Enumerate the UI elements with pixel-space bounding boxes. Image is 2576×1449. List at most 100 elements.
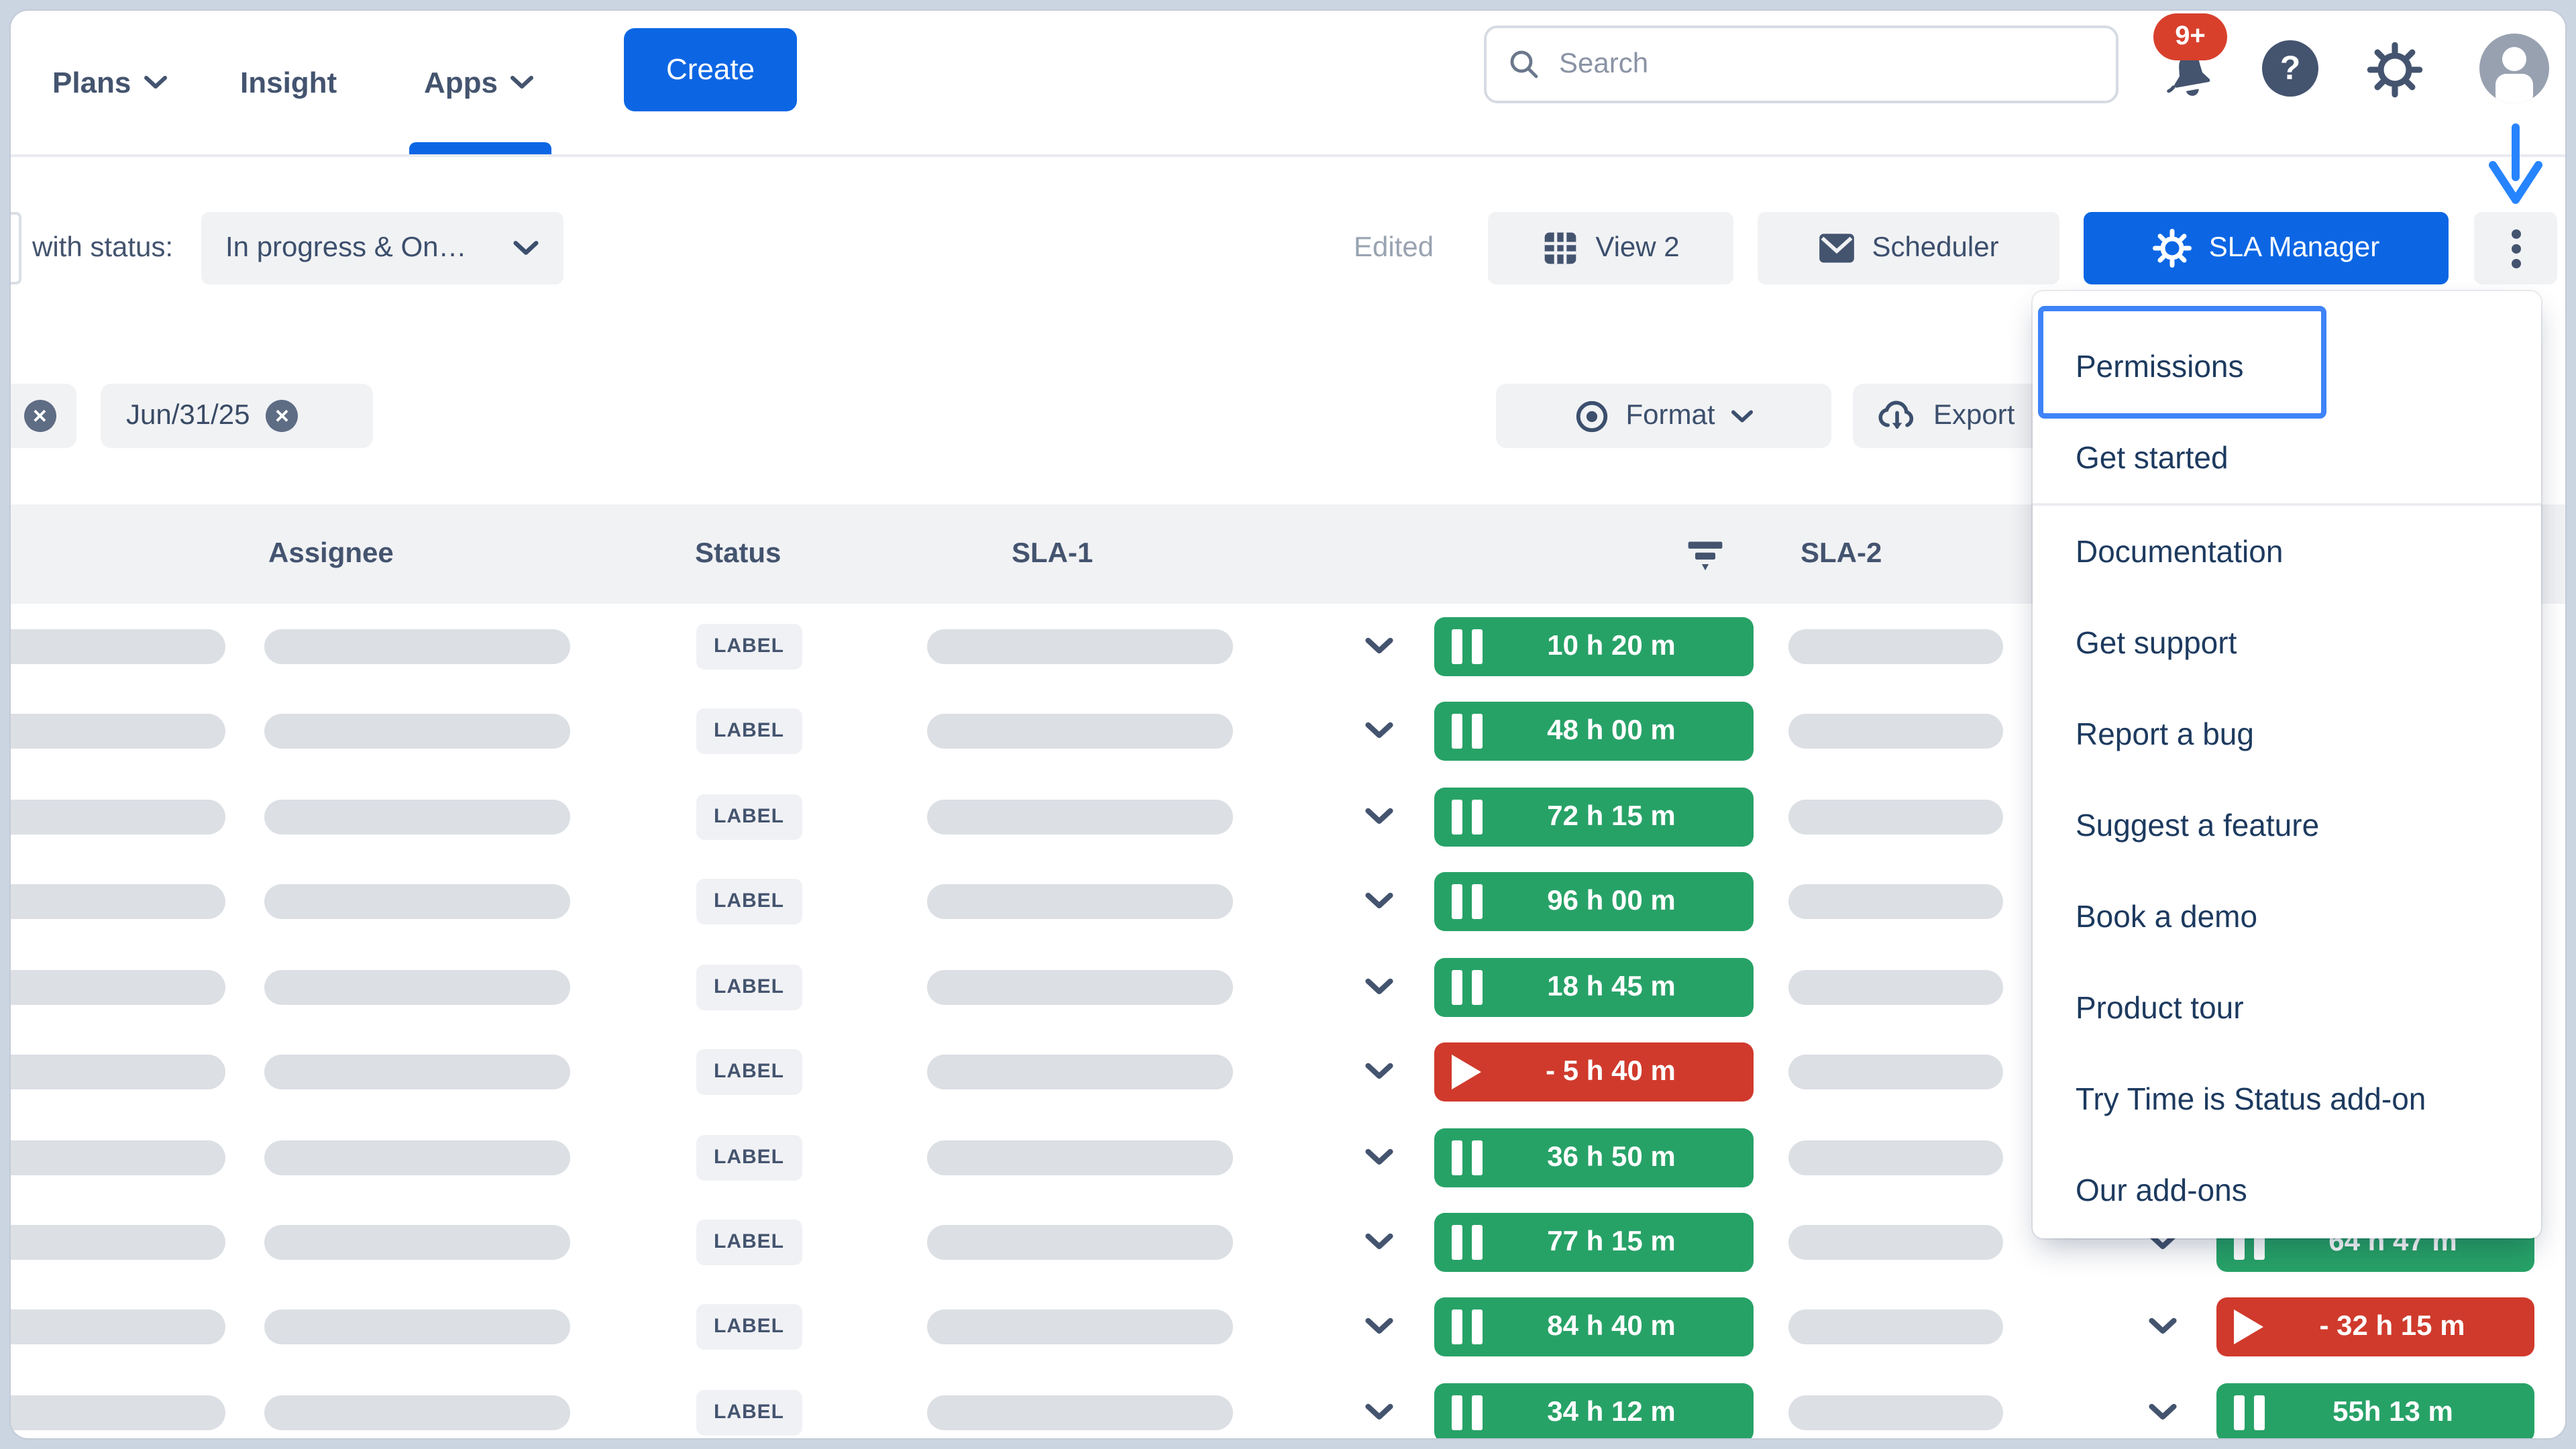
assignee-placeholder bbox=[264, 969, 570, 1004]
remove-chip-icon[interactable]: ✕ bbox=[23, 400, 56, 432]
chevron-down-icon[interactable] bbox=[1364, 1401, 1394, 1423]
status-label-badge[interactable]: LABEL bbox=[696, 1049, 802, 1094]
menu-item-get-support[interactable]: Get support bbox=[2033, 597, 2541, 688]
filter-funnel-icon[interactable] bbox=[1685, 504, 1725, 604]
scheduler-button[interactable]: Scheduler bbox=[1758, 212, 2059, 284]
assignee-placeholder bbox=[264, 883, 570, 918]
more-options-button[interactable] bbox=[2474, 212, 2557, 284]
question-mark: ? bbox=[2280, 49, 2301, 88]
key-placeholder bbox=[9, 713, 225, 748]
help-icon[interactable]: ? bbox=[2262, 40, 2318, 97]
sla1-timer-badge[interactable]: 77 h 15 m bbox=[1434, 1212, 1754, 1271]
view-button[interactable]: View 2 bbox=[1488, 212, 1733, 284]
sla2-timer-badge[interactable]: 55h 13 m bbox=[2216, 1383, 2534, 1440]
play-icon bbox=[1452, 1054, 1481, 1089]
filter-chip-partial[interactable]: 5 ✕ bbox=[11, 384, 76, 448]
sla1-timer-badge[interactable]: 10 h 20 m bbox=[1434, 616, 1754, 676]
chevron-down-icon[interactable] bbox=[1364, 1061, 1394, 1082]
sla1-timer-badge[interactable]: 84 h 40 m bbox=[1434, 1297, 1754, 1356]
chevron-down-icon[interactable] bbox=[2148, 1316, 2178, 1337]
header-sla1[interactable]: SLA-1 bbox=[1012, 504, 1093, 604]
sla1-placeholder bbox=[927, 1309, 1233, 1344]
chevron-down-icon[interactable] bbox=[1364, 806, 1394, 827]
chevron-down-icon[interactable] bbox=[2148, 1401, 2178, 1423]
key-placeholder bbox=[9, 629, 225, 663]
assignee-placeholder bbox=[264, 1054, 570, 1089]
play-icon bbox=[2234, 1309, 2263, 1344]
sla2-placeholder bbox=[1788, 1054, 2003, 1089]
format-button-label: Format bbox=[1625, 400, 1715, 432]
timer-value: 77 h 15 m bbox=[1483, 1226, 1740, 1258]
chevron-down-icon[interactable] bbox=[1364, 1231, 1394, 1252]
create-button[interactable]: Create bbox=[624, 28, 797, 111]
status-label-badge[interactable]: LABEL bbox=[696, 1303, 802, 1349]
timer-value: 96 h 00 m bbox=[1483, 885, 1740, 917]
chevron-down-icon[interactable] bbox=[1364, 976, 1394, 998]
sla1-placeholder bbox=[927, 1395, 1233, 1430]
sla2-placeholder bbox=[1788, 1140, 2003, 1175]
menu-item-documentation[interactable]: Documentation bbox=[2033, 506, 2541, 597]
status-filter-label: with status: bbox=[32, 212, 173, 284]
sla1-timer-badge[interactable]: 34 h 12 m bbox=[1434, 1383, 1754, 1440]
status-label-badge[interactable]: LABEL bbox=[696, 794, 802, 839]
menu-item-get-started[interactable]: Get started bbox=[2033, 412, 2541, 503]
status-label-badge[interactable]: LABEL bbox=[696, 1219, 802, 1265]
filter-chip-date[interactable]: Jun/31/25 ✕ bbox=[101, 384, 373, 448]
menu-item-our-add-ons[interactable]: Our add-ons bbox=[2033, 1144, 2541, 1236]
menu-item-product-tour[interactable]: Product tour bbox=[2033, 962, 2541, 1053]
sla1-timer-badge[interactable]: 96 h 00 m bbox=[1434, 871, 1754, 930]
timer-value: 36 h 50 m bbox=[1483, 1141, 1740, 1173]
format-visibility-icon bbox=[1573, 398, 1609, 434]
status-label-badge[interactable]: LABEL bbox=[696, 964, 802, 1010]
status-label-badge[interactable]: LABEL bbox=[696, 1389, 802, 1435]
pause-icon bbox=[1452, 1395, 1483, 1430]
sla2-placeholder bbox=[1788, 629, 2003, 663]
pause-icon bbox=[1452, 629, 1483, 663]
chevron-down-icon[interactable] bbox=[1364, 635, 1394, 657]
pause-icon bbox=[1452, 1309, 1483, 1344]
sla1-timer-badge[interactable]: 36 h 50 m bbox=[1434, 1128, 1754, 1187]
timer-value: 34 h 12 m bbox=[1483, 1396, 1740, 1428]
search-input[interactable] bbox=[1559, 48, 2094, 80]
sla2-placeholder bbox=[1788, 883, 2003, 918]
status-label-badge[interactable]: LABEL bbox=[696, 1134, 802, 1180]
search-icon bbox=[1508, 48, 1540, 80]
status-label-badge[interactable]: LABEL bbox=[696, 708, 802, 753]
remove-chip-icon[interactable]: ✕ bbox=[266, 400, 299, 432]
format-button[interactable]: Format bbox=[1496, 384, 1831, 448]
nav-insight[interactable]: Insight bbox=[240, 11, 337, 154]
sla1-timer-badge[interactable]: - 5 h 40 m bbox=[1434, 1042, 1754, 1101]
sla-manager-button[interactable]: SLA Manager bbox=[2084, 212, 2449, 284]
chevron-down-icon[interactable] bbox=[1364, 1146, 1394, 1168]
sla1-timer-badge[interactable]: 72 h 15 m bbox=[1434, 787, 1754, 846]
sla1-timer-badge[interactable]: 18 h 45 m bbox=[1434, 957, 1754, 1016]
header-assignee[interactable]: Assignee bbox=[268, 504, 394, 604]
menu-item-book-a-demo[interactable]: Book a demo bbox=[2033, 871, 2541, 962]
menu-item-report-a-bug[interactable]: Report a bug bbox=[2033, 688, 2541, 780]
header-sla2[interactable]: SLA-2 bbox=[1801, 504, 1882, 604]
user-avatar[interactable] bbox=[2479, 34, 2549, 103]
status-filter-dropdown[interactable]: In progress & On… bbox=[201, 212, 564, 284]
nav-plans[interactable]: Plans bbox=[52, 11, 167, 154]
menu-item-permissions[interactable]: Permissions bbox=[2033, 321, 2541, 412]
sla1-placeholder bbox=[927, 713, 1233, 748]
nav-apps[interactable]: Apps bbox=[424, 11, 534, 154]
search-box[interactable] bbox=[1484, 25, 2118, 103]
chevron-down-icon[interactable] bbox=[1364, 1316, 1394, 1337]
sla1-timer-badge[interactable]: 48 h 00 m bbox=[1434, 701, 1754, 760]
status-label-badge[interactable]: LABEL bbox=[696, 623, 802, 669]
status-label-badge[interactable]: LABEL bbox=[696, 878, 802, 924]
sla2-timer-badge[interactable]: - 32 h 15 m bbox=[2216, 1297, 2534, 1356]
pause-icon bbox=[1452, 969, 1483, 1004]
chevron-down-icon[interactable] bbox=[1364, 720, 1394, 741]
key-placeholder bbox=[9, 1140, 225, 1175]
menu-item-suggest-a-feature[interactable]: Suggest a feature bbox=[2033, 780, 2541, 871]
header-status[interactable]: Status bbox=[695, 504, 781, 604]
settings-gear-icon[interactable] bbox=[2367, 42, 2423, 98]
key-placeholder bbox=[9, 1224, 225, 1259]
sla2-placeholder bbox=[1788, 713, 2003, 748]
sla2-placeholder bbox=[1788, 799, 2003, 834]
assignee-placeholder bbox=[264, 713, 570, 748]
menu-item-try-time-is-status-add-on[interactable]: Try Time is Status add-on bbox=[2033, 1053, 2541, 1144]
chevron-down-icon[interactable] bbox=[1364, 890, 1394, 912]
